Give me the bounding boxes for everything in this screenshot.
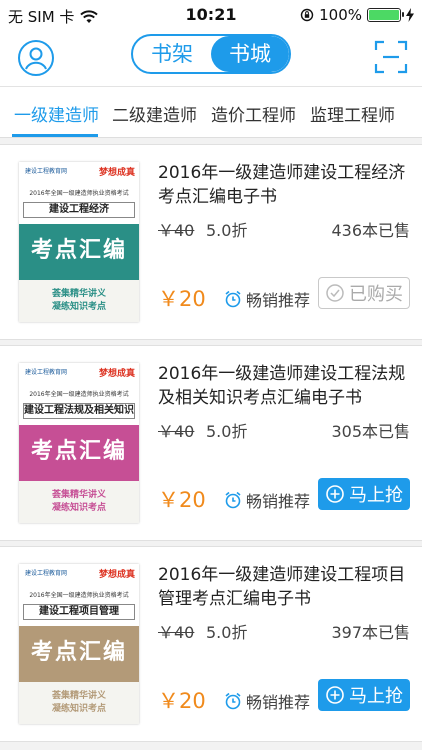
cover-publisher: 建设工程教育网 [25,570,68,577]
sold-count: 305本已售 [331,422,410,441]
book-title: 2016年一级建造师建设工程法规及相关知识考点汇编电子书 [158,364,406,408]
book-cover-image: 建设工程教育网 梦想成真 2016年全国一级建造师执业资格考试 建设工程经济 考… [19,162,139,322]
plus-circle-icon [326,686,344,704]
cover-exam: 2016年全国一级建造师执业资格考试 [29,391,129,398]
cover-brand: 梦想成真 [98,369,135,379]
cover-exam: 2016年全国一级建造师执业资格考试 [29,592,129,599]
purchased-button[interactable]: 已购买 [318,277,410,309]
alarm-clock-icon [225,491,241,509]
sold-count: 436本已售 [331,221,410,240]
current-price: ￥20 [158,488,206,512]
cover-header: 建设工程教育网 梦想成真 2016年全国一级建造师执业资格考试 建设工程经济 [19,162,139,224]
bestseller-label: 畅销推荐 [246,291,311,310]
status-right: 100% [300,6,414,24]
scan-frame-icon[interactable] [374,40,408,74]
bestseller-tag: 畅销推荐 [224,689,310,713]
tab-cost-engineer[interactable]: 造价工程师 [211,101,296,126]
shelf-store-segmented-control: 书架 书城 [131,34,291,74]
book-title: 2016年一级建造师建设工程经济考点汇编电子书 [158,163,406,207]
alarm-clock-icon [225,290,241,308]
category-tab-bar: 一级建造师 二级建造师 造价工程师 监理工程师 [0,86,422,138]
tab-first-class-constructor[interactable]: 一级建造师 [14,101,99,126]
battery-percent: 100% [319,6,362,24]
book-title: 2016年一级建造师建设工程项目管理考点汇编电子书 [158,565,406,609]
cover-tagline-1: 荟集精华讲义 [51,691,106,701]
cover-exam: 2016年全国一级建造师执业资格考试 [29,190,129,197]
bestseller-label: 畅销推荐 [246,693,311,712]
discount-label: 5.0折 [206,422,248,441]
cover-tagline-1: 荟集精华讲义 [51,490,106,500]
cover-tagline-2: 凝练知识考点 [51,302,106,312]
cover-publisher: 建设工程教育网 [25,168,68,175]
battery-icon [367,8,404,22]
original-price: ￥40 [158,623,195,642]
cover-tagline: 荟集精华讲义 凝练知识考点 [19,288,139,314]
check-circle-icon [326,284,344,302]
discount-label: 5.0折 [206,221,248,240]
tab-second-class-constructor[interactable]: 二级建造师 [112,101,197,126]
user-avatar-icon[interactable] [16,38,56,78]
cover-tagline: 荟集精华讲义 凝练知识考点 [19,690,139,716]
buy-now-button[interactable]: 马上抢 [318,478,410,510]
cover-subject: 建设工程法规及相关知识 [23,403,135,419]
cover-heading: 考点汇编 [30,640,127,665]
segment-bookstore[interactable]: 书城 [211,36,289,72]
cover-tagline-1: 荟集精华讲义 [51,289,106,299]
bestseller-tag: 畅销推荐 [224,287,310,311]
book-list-item[interactable]: 建设工程教育网 梦想成真 2016年全国一级建造师执业资格考试 建设工程经济 考… [0,144,422,340]
cover-publisher: 建设工程教育网 [25,369,68,376]
book-cover-image: 建设工程教育网 梦想成真 2016年全国一级建造师执业资格考试 建设工程项目管理… [19,564,139,724]
cover-header: 建设工程教育网 梦想成真 2016年全国一级建造师执业资格考试 建设工程项目管理 [19,564,139,626]
cover-header: 建设工程教育网 梦想成真 2016年全国一级建造师执业资格考试 建设工程法规及相… [19,363,139,425]
book-list-item[interactable]: 建设工程教育网 梦想成真 2016年全国一级建造师执业资格考试 建设工程法规及相… [0,345,422,541]
current-price: ￥20 [158,287,206,311]
book-list-item[interactable]: 建设工程教育网 梦想成真 2016年全国一级建造师执业资格考试 建设工程项目管理… [0,546,422,742]
cover-tagline: 荟集精华讲义 凝练知识考点 [19,489,139,515]
sold-count: 397本已售 [331,623,410,642]
cover-brand: 梦想成真 [98,168,135,178]
discount-label: 5.0折 [206,623,248,642]
segment-bookshelf[interactable]: 书架 [133,36,211,72]
cover-heading: 考点汇编 [30,439,127,464]
current-price: ￥20 [158,689,206,713]
original-price: ￥40 [158,422,195,441]
top-navigation-bar: 书架 书城 [0,30,422,86]
cover-subject: 建设工程经济 [23,202,135,218]
buy-now-label: 马上抢 [349,485,403,506]
cover-subject: 建设工程项目管理 [23,604,135,620]
bestseller-tag: 畅销推荐 [224,488,310,512]
purchased-label: 已购买 [349,284,403,305]
cover-heading: 考点汇编 [30,238,127,263]
cover-tagline-2: 凝练知识考点 [51,503,106,513]
bestseller-label: 畅销推荐 [246,492,311,511]
active-tab-indicator [12,134,98,137]
charging-icon [406,8,414,22]
tab-supervision-engineer[interactable]: 监理工程师 [310,101,395,126]
status-bar: 无 SIM 卡 10:21 100% [0,0,422,30]
rotation-lock-icon [300,8,314,22]
buy-now-button[interactable]: 马上抢 [318,679,410,711]
original-price: ￥40 [158,221,195,240]
alarm-clock-icon [225,692,241,710]
buy-now-label: 马上抢 [349,686,403,707]
plus-circle-icon [326,485,344,503]
cover-brand: 梦想成真 [98,570,135,580]
cover-tagline-2: 凝练知识考点 [51,704,106,714]
book-cover-image: 建设工程教育网 梦想成真 2016年全国一级建造师执业资格考试 建设工程法规及相… [19,363,139,523]
